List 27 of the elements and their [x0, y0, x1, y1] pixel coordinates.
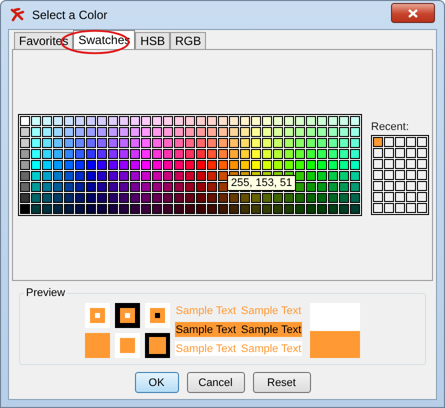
- recent-label: Recent:: [371, 121, 410, 133]
- recent-swatch-grid[interactable]: [371, 135, 429, 215]
- preview-color-block: [310, 303, 360, 358]
- close-icon: [408, 8, 418, 18]
- sample-text: Sample Text: [241, 342, 302, 354]
- close-button[interactable]: [391, 3, 435, 23]
- tooltip: 255, 153, 51: [227, 175, 296, 191]
- preview-swatch: [144, 333, 170, 358]
- sample-text: Sample Text: [176, 304, 236, 316]
- preview-swatch: [114, 303, 140, 328]
- dialog-button[interactable]: OK: [134, 372, 178, 393]
- dialog-button[interactable]: Reset: [252, 372, 310, 393]
- tab[interactable]: RGB: [170, 32, 206, 50]
- sample-text: Sample Text: [176, 324, 236, 336]
- app-icon: [10, 8, 26, 22]
- sample-text: Sample Text: [241, 324, 302, 336]
- sample-text: Sample Text: [241, 304, 302, 316]
- window-title: Select a Color: [32, 8, 108, 22]
- color-swatch-grid[interactable]: [18, 114, 362, 216]
- preview-label: Preview: [25, 287, 66, 299]
- preview-swatch: [114, 333, 140, 358]
- preview-swatch: [144, 303, 170, 328]
- recent-swatch[interactable]: [373, 137, 383, 147]
- preview-swatch: [84, 303, 110, 328]
- tab[interactable]: HSB: [135, 32, 170, 50]
- dialog-button[interactable]: Cancel: [186, 372, 244, 393]
- sample-text: Sample Text: [176, 342, 236, 354]
